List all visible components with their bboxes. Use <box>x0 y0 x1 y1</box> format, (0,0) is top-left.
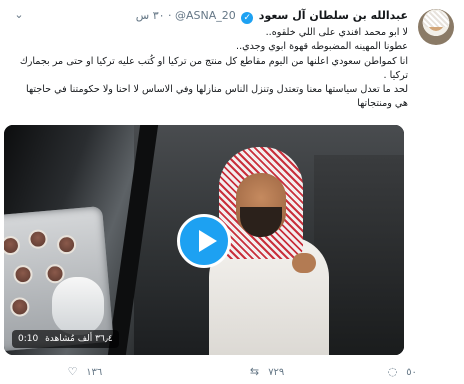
avatar-headdress <box>423 11 449 27</box>
like-button[interactable]: ♡ ١٣٦ <box>66 364 103 380</box>
tweet-line: عطونا المهينه المضبوطه قهوة ابوي وجدي.. <box>236 41 408 53</box>
verified-badge-icon: ✓ <box>241 12 254 24</box>
play-icon[interactable] <box>177 214 231 268</box>
retweet-icon: ⇆ <box>249 365 260 378</box>
video-frame-sweet <box>4 235 21 256</box>
heart-icon: ♡ <box>67 365 78 378</box>
video-frame-hand <box>292 253 316 273</box>
author-handle[interactable]: @ASNA_20 <box>175 9 236 22</box>
chevron-down-icon[interactable]: ⌄ <box>12 8 26 22</box>
header-separator: · <box>168 9 172 22</box>
like-count: ١٣٦ <box>86 367 103 378</box>
retweet-button[interactable]: ⇆ ٧٢٩ <box>248 364 284 380</box>
author-name[interactable]: عبدالله بن سلطان آل سعود <box>259 9 408 22</box>
video-frame-glove <box>52 277 104 335</box>
tweet-actions: ◌ ٥٠ ⇆ ٧٢٩ ♡ ١٣٦ <box>0 364 464 380</box>
video-frame-sweet <box>9 296 31 318</box>
tweet[interactable]: عبدالله بن سلطان آل سعود ✓ @ASNA_20 · ٣٠… <box>0 0 464 384</box>
reply-icon: ◌ <box>387 365 398 378</box>
tweet-line: لا ابو محمد افندي على اللي خلقوه.. <box>265 27 408 38</box>
tweet-line: لحد ما تعدل سياستها معنا وتعتدل وتنزل ال… <box>26 84 408 110</box>
tweet-text: لا ابو محمد افندي على اللي خلقوه.. عطونا… <box>13 26 408 112</box>
video-frame-sweet <box>56 234 77 255</box>
retweet-count: ٧٢٩ <box>268 367 285 378</box>
reply-count: ٥٠ <box>406 367 417 378</box>
avatar[interactable] <box>418 9 454 45</box>
video-frame-sweet <box>12 264 34 285</box>
reply-button[interactable]: ◌ ٥٠ <box>386 364 417 380</box>
video-duration: 0:10 <box>18 334 39 344</box>
tweet-header: عبدالله بن سلطان آل سعود ✓ @ASNA_20 · ٣٠… <box>136 8 408 24</box>
video-view-count: ٣٦٫٤ ألف مُشاهدة <box>45 334 113 344</box>
video-views-badge: 0:10 ٣٦٫٤ ألف مُشاهدة <box>12 330 119 348</box>
tweet-time[interactable]: ٣٠ س <box>136 9 165 22</box>
video-frame-sweet <box>27 228 49 250</box>
video-player[interactable]: 0:10 ٣٦٫٤ ألف مُشاهدة <box>4 125 404 355</box>
tweet-line: انا كمواطن سعودي اعلنها من اليوم مقاطع ك… <box>19 55 408 81</box>
